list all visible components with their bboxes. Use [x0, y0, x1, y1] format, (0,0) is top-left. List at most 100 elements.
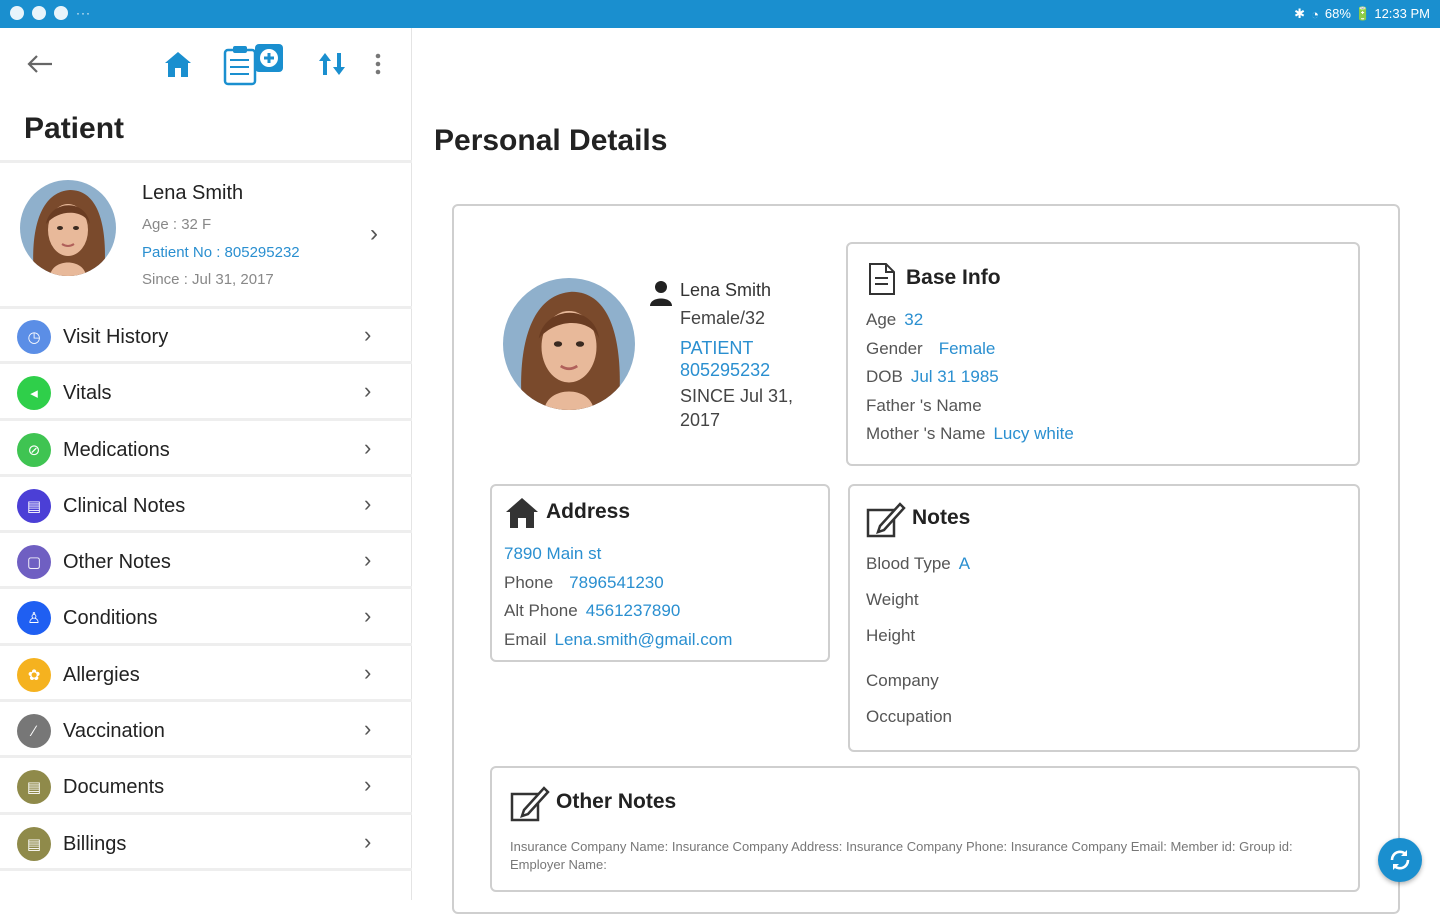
sidebar-item-clinical-notes[interactable]: ▤ Clinical Notes ›	[0, 477, 412, 534]
field-value: 4561237890	[585, 601, 681, 620]
address-card: Address 7890 Main st Phone 7896541230 Alt…	[490, 484, 830, 662]
sidebar-item-label: Billings	[63, 832, 127, 855]
sidebar-item-allergies[interactable]: ✿ Allergies ›	[0, 646, 412, 703]
card-title: Address	[546, 500, 631, 523]
clipboard-add-icon	[223, 44, 283, 86]
sidebar-item-medications[interactable]: ⊘ Medications ›	[0, 421, 412, 477]
notes-blood-row: Blood Type A	[866, 554, 970, 574]
sync-icon	[1390, 850, 1410, 870]
address-alt-phone-row: Alt Phone 4561237890	[504, 601, 680, 621]
field-label: Father 's Name	[866, 396, 982, 415]
sidebar-item-label: Allergies	[63, 663, 140, 686]
patient-photo	[503, 278, 635, 410]
identity-patient-label: PATIENT	[680, 338, 754, 358]
base-info-card: Base Info Age 32 Gender Female DOB Jul 31 1…	[846, 242, 1360, 466]
field-label: Mother 's Name	[866, 424, 986, 443]
divider	[0, 160, 412, 163]
more-options-button[interactable]	[366, 42, 390, 86]
base-gender-row: Gender Female	[866, 339, 995, 359]
add-record-button[interactable]	[220, 42, 288, 86]
chevron-right-icon: ›	[364, 772, 372, 798]
wifi-icon: ◔	[1311, 6, 1319, 22]
patient-name: Lena Smith	[142, 182, 244, 204]
back-button[interactable]	[20, 42, 60, 86]
document-icon: ▢	[17, 545, 51, 580]
base-mother-row: Mother 's Name Lucy white	[866, 424, 1074, 444]
person-icon	[650, 281, 672, 306]
field-label: Gender	[866, 339, 923, 358]
sidebar: Patient Lena Smith Age : 32 F Patient No…	[0, 28, 412, 900]
toolbar	[0, 28, 412, 100]
other-notes-card: Other Notes Insurance Company Name: Insu…	[490, 766, 1360, 892]
chevron-right-icon: ›	[364, 716, 372, 742]
sidebar-item-label: Medications	[63, 438, 170, 461]
sidebar-item-vaccination[interactable]: ∕ Vaccination ›	[0, 702, 412, 759]
vitals-icon: ◂	[17, 376, 51, 411]
page-title: Personal Details	[434, 124, 668, 157]
card-title: Base Info	[906, 266, 1001, 289]
notes-weight-label: Weight	[866, 590, 919, 609]
identity-name: Lena Smith	[680, 280, 772, 300]
document-icon: ▤	[17, 770, 51, 805]
card-title: Other Notes	[556, 790, 677, 813]
field-value: Lena.smith@gmail.com	[554, 630, 733, 649]
patient-summary-card[interactable]: Lena Smith Age : 32 F Patient No : 80529…	[0, 164, 412, 306]
document-icon: ▤	[17, 488, 51, 523]
field-label: DOB	[866, 367, 903, 386]
field-label: Phone	[504, 573, 554, 592]
status-right: ✱ ◔ 68% 🔋 12:33 PM	[1294, 6, 1430, 22]
chevron-right-icon: ›	[364, 828, 372, 854]
base-dob-row: DOB Jul 31 1985	[866, 367, 999, 387]
chevron-right-icon: ›	[364, 378, 372, 404]
identity-since: SINCE Jul 31, 2017	[680, 386, 794, 430]
chevron-right-icon: ›	[364, 434, 372, 460]
sidebar-item-conditions[interactable]: ♙ Conditions ›	[0, 589, 412, 646]
base-age-row: Age 32	[866, 310, 923, 330]
other-notes-text: Insurance Company Name: Insurance Compan…	[510, 839, 1293, 872]
home-icon	[165, 52, 191, 77]
notes-height-label: Height	[866, 626, 916, 645]
clock-icon: ◷	[17, 320, 51, 354]
house-icon	[506, 498, 538, 528]
sidebar-item-billings[interactable]: ▤ Billings ›	[0, 815, 412, 871]
sidebar-item-label: Vaccination	[63, 720, 165, 743]
notification-icon	[32, 6, 46, 20]
edit-note-icon	[510, 786, 550, 822]
sidebar-item-documents[interactable]: ▤ Documents ›	[0, 758, 412, 815]
chevron-right-icon: ›	[364, 603, 372, 629]
pill-icon: ⊘	[17, 432, 51, 467]
status-bar: ··· ✱ ◔ 68% 🔋 12:33 PM	[0, 0, 1440, 28]
address-street: 7890 Main st	[504, 544, 602, 563]
field-label: Alt Phone	[504, 601, 578, 620]
sidebar-item-label: Conditions	[63, 607, 158, 630]
sort-button[interactable]	[310, 42, 354, 86]
avatar-large	[503, 278, 635, 410]
notification-icon	[54, 6, 68, 20]
patient-number: Patient No : 805295232	[142, 244, 300, 261]
sync-button[interactable]	[1378, 838, 1422, 882]
patient-since: Since : Jul 31, 2017	[142, 271, 274, 288]
card-title: Notes	[912, 506, 971, 529]
identity-patient-number: 805295232	[680, 360, 771, 380]
patient-age: Age : 32 F	[142, 216, 212, 233]
field-value: A	[958, 554, 971, 573]
field-value: 7896541230	[569, 573, 664, 592]
sidebar-title: Patient	[24, 112, 125, 145]
chevron-right-icon: ›	[364, 490, 372, 516]
bluetooth-icon: ✱	[1294, 6, 1306, 21]
document-icon: ▤	[17, 826, 51, 861]
status-text: 68% 🔋 12:33 PM	[1324, 6, 1430, 21]
sidebar-item-label: Visit History	[63, 326, 169, 348]
sidebar-item-other-notes[interactable]: ▢ Other Notes ›	[0, 533, 412, 590]
sidebar-item-label: Other Notes	[63, 551, 171, 574]
sidebar-menu: ◷ Visit History › ◂ Vitals › ⊘ Medicatio…	[0, 308, 412, 871]
sidebar-item-visit-history[interactable]: ◷ Visit History ›	[0, 308, 412, 365]
field-label: Email	[504, 630, 547, 649]
chevron-right-icon: ›	[364, 322, 372, 347]
person-icon: ♙	[17, 601, 51, 636]
allergy-icon: ✿	[17, 657, 51, 692]
sidebar-item-vitals[interactable]: ◂ Vitals ›	[0, 364, 412, 421]
field-value: 32	[904, 310, 924, 329]
sidebar-item-label: Vitals	[63, 382, 112, 405]
home-button[interactable]	[156, 42, 200, 86]
